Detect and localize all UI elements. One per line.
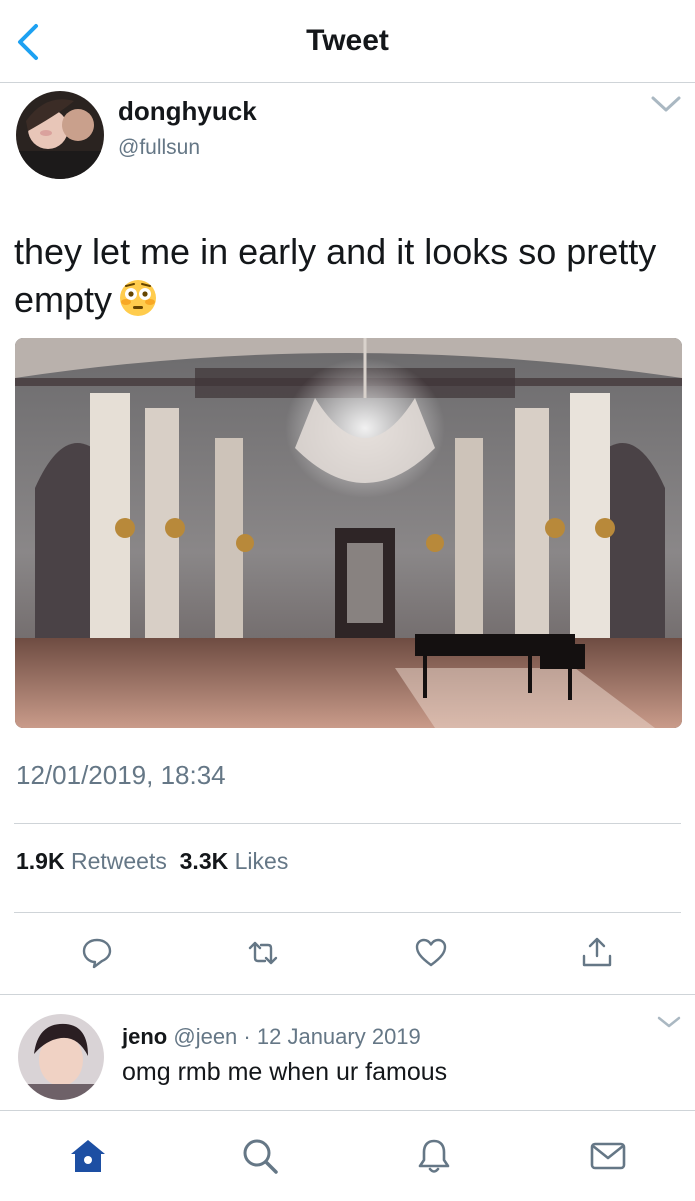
tweet-timestamp: 12/01/2019, 18:34 — [16, 760, 226, 790]
messages-icon — [590, 1142, 626, 1170]
retweets-label: Retweets — [70, 848, 167, 874]
tweet-text-content: they let me in early and it looks so pre… — [14, 231, 657, 320]
retweet-button[interactable] — [246, 936, 280, 970]
divider — [14, 823, 681, 824]
reply-header: jeno @jeen · 12 January 2019 — [122, 1024, 421, 1050]
like-button[interactable] — [414, 936, 448, 970]
chevron-down-icon — [651, 96, 681, 112]
reply-author-avatar[interactable] — [18, 1014, 104, 1100]
notifications-icon — [418, 1139, 450, 1173]
chevron-down-icon — [657, 1016, 681, 1028]
retweets-count: 1.9K — [16, 848, 65, 874]
likes-stat[interactable]: 3.3K Likes — [180, 848, 289, 874]
reply-separator: · — [243, 1024, 251, 1049]
likes-count: 3.3K — [179, 848, 229, 874]
tweet-text: they let me in early and it looks so pre… — [14, 228, 674, 330]
tweet-image[interactable] — [15, 338, 682, 728]
share-icon — [582, 937, 612, 967]
retweets-stat[interactable]: 1.9K Retweets — [16, 848, 167, 874]
tweet-stats: 1.9K Retweets 3.3K Likes — [16, 848, 288, 875]
author-name[interactable]: donghyuck — [118, 96, 257, 127]
tab-home[interactable] — [68, 1136, 108, 1176]
tab-notifications[interactable] — [414, 1136, 454, 1176]
reply-date: 12 January 2019 — [256, 1024, 421, 1049]
divider — [14, 912, 681, 913]
like-icon — [415, 938, 447, 967]
share-button[interactable] — [580, 936, 614, 970]
likes-label: Likes — [234, 848, 289, 874]
reply-text: omg rmb me when ur famous — [122, 1058, 448, 1086]
divider — [0, 994, 695, 995]
tweet-options-button[interactable] — [650, 94, 682, 114]
author-handle[interactable]: @fullsun — [118, 136, 200, 160]
home-icon — [71, 1140, 105, 1172]
retweet-icon — [248, 941, 278, 965]
tab-messages[interactable] — [588, 1136, 628, 1176]
page-title: Tweet — [306, 24, 389, 57]
reply-icon — [82, 938, 112, 969]
search-icon — [243, 1139, 278, 1174]
reply-button[interactable] — [80, 936, 114, 970]
reply-options-button[interactable] — [657, 1015, 681, 1029]
tab-search[interactable] — [240, 1136, 280, 1176]
flushed-face-emoji — [118, 278, 158, 330]
reply-author-name[interactable]: jeno — [122, 1024, 167, 1049]
author-avatar[interactable] — [16, 91, 104, 179]
reply-author-handle[interactable]: @jeen — [173, 1024, 237, 1049]
